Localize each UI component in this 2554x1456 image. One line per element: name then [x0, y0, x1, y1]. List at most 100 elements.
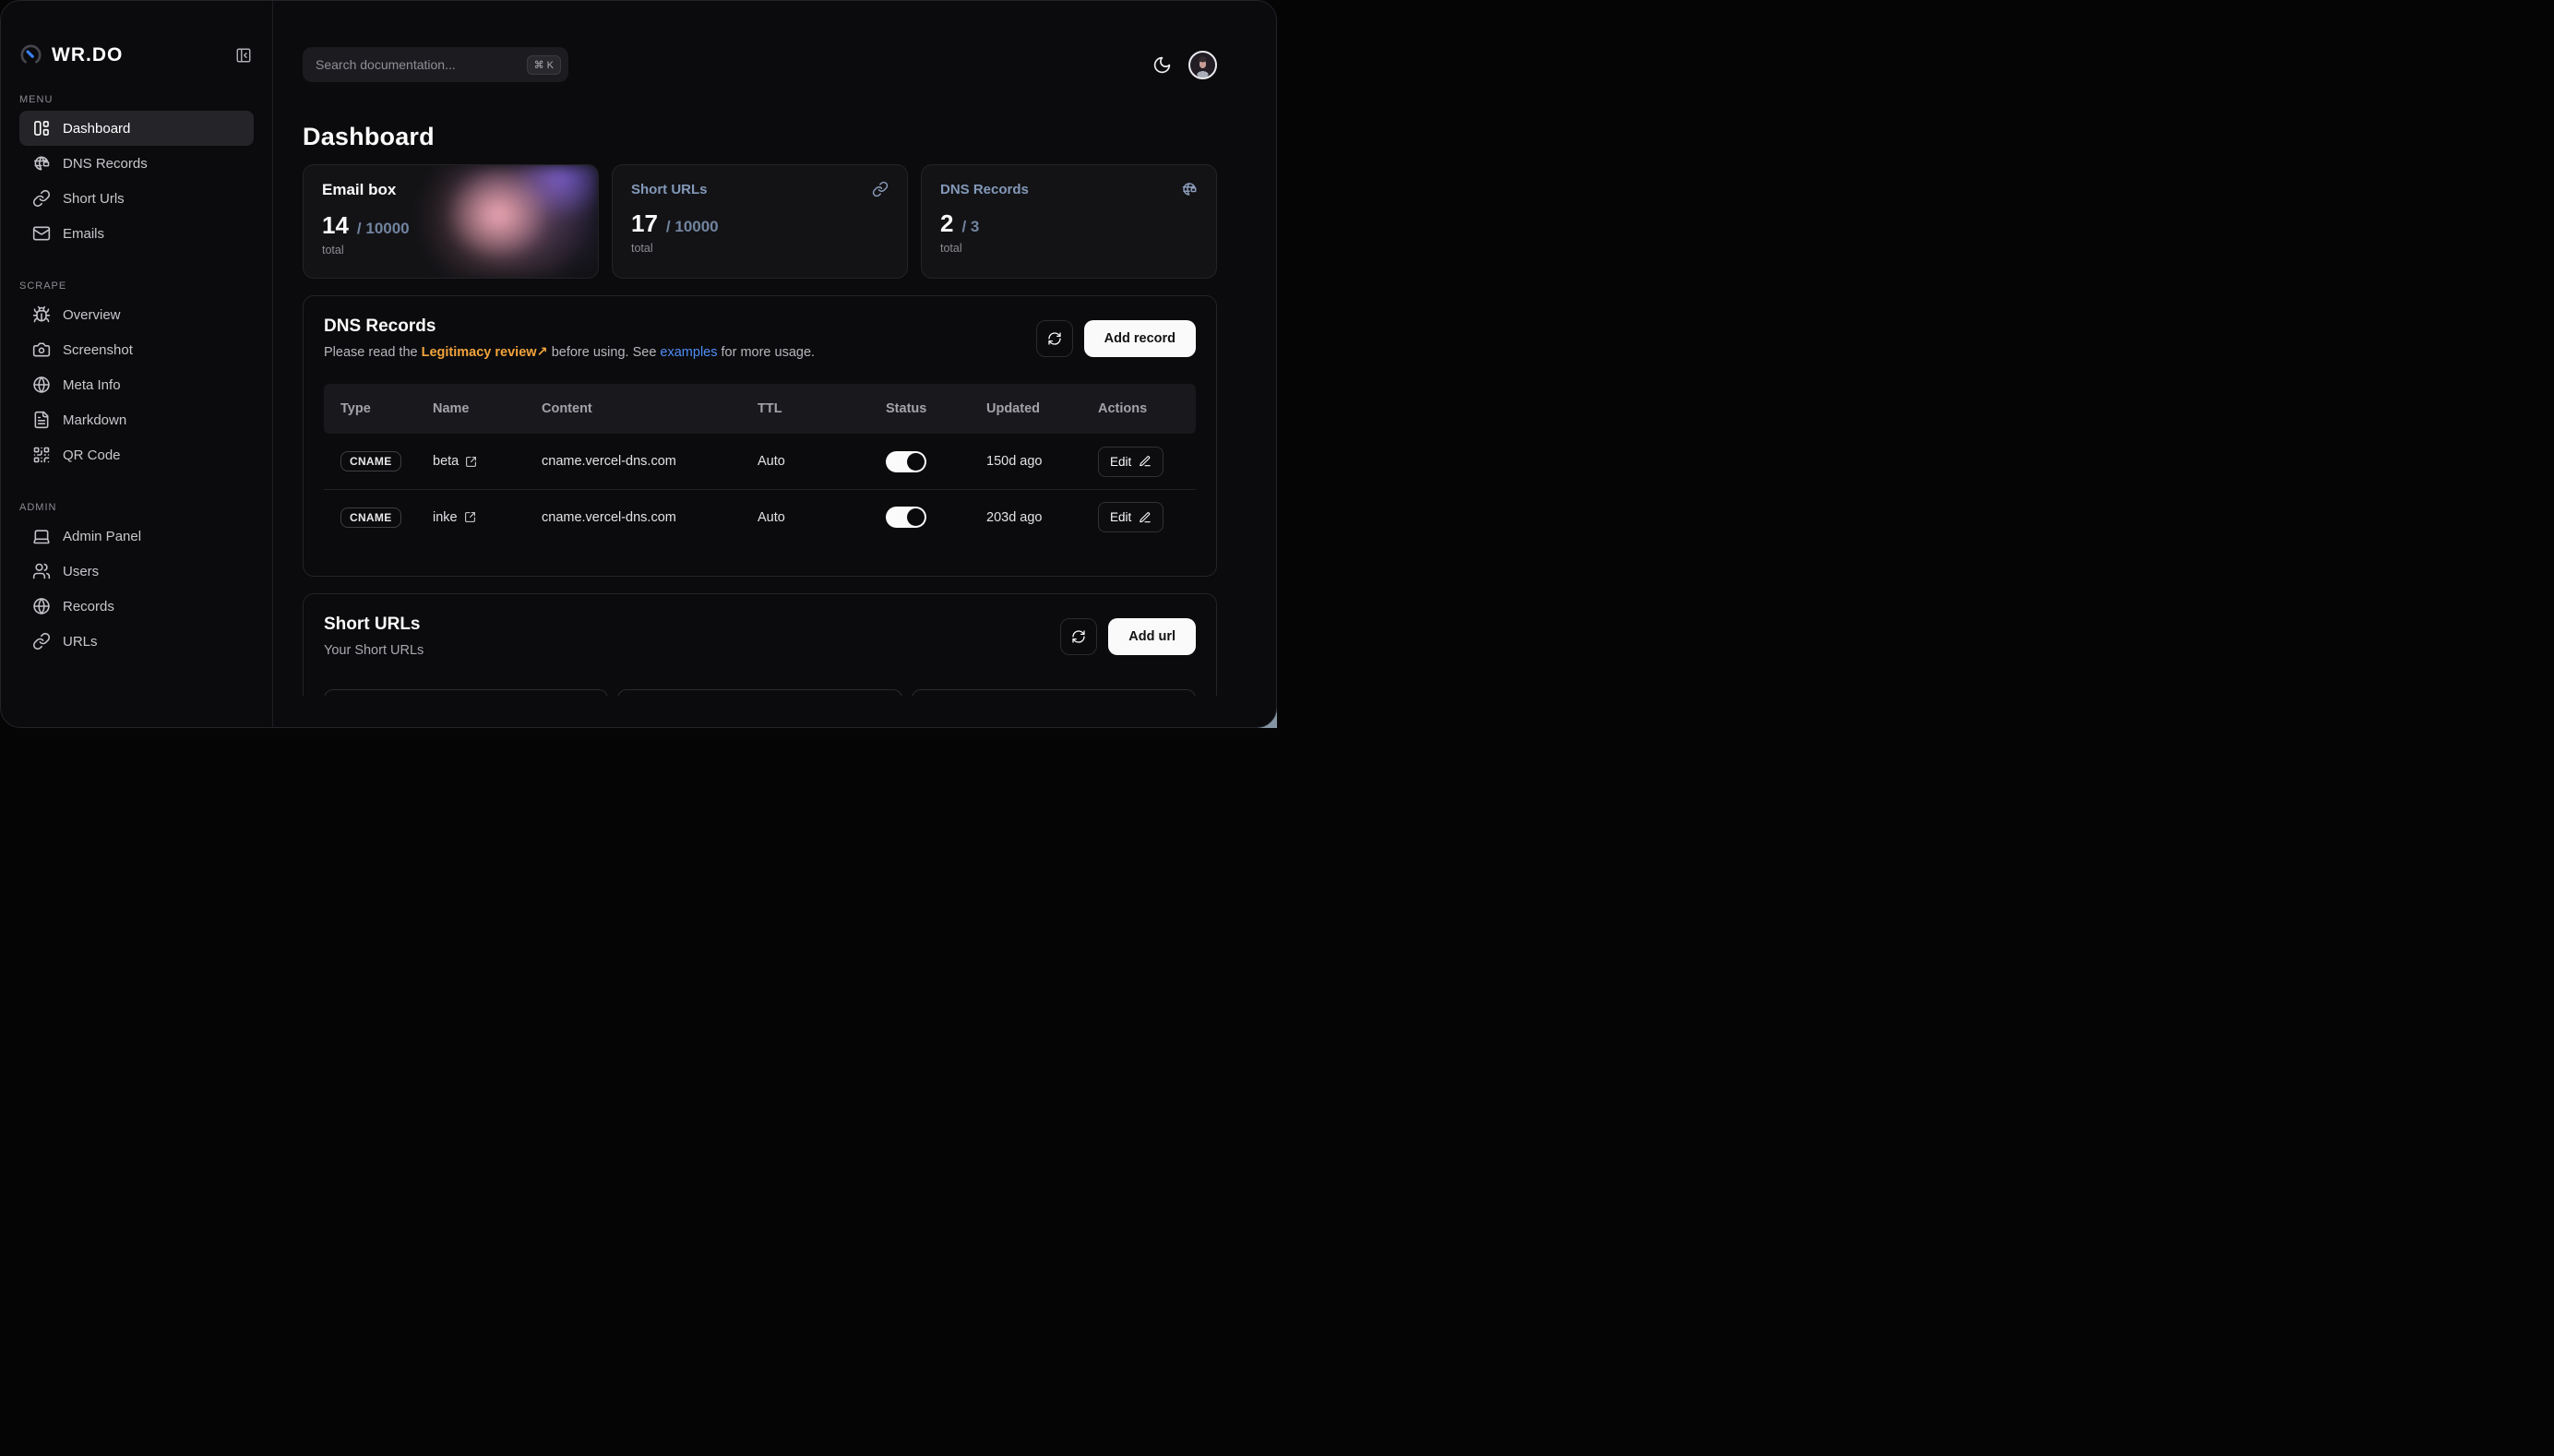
refresh-records-button[interactable] [1036, 320, 1073, 357]
wrdo-gauge-logo-icon [19, 43, 42, 66]
desc-text: for more usage. [717, 345, 815, 360]
sidebar-item-label: QR Code [63, 448, 121, 463]
link-icon [32, 632, 51, 650]
add-record-button[interactable]: Add record [1084, 320, 1196, 357]
sidebar-item-markdown[interactable]: Markdown [19, 402, 254, 437]
record-type-badge: CNAME [340, 451, 401, 471]
sidebar-collapse-button[interactable] [233, 45, 254, 66]
sidebar-item-label: DNS Records [63, 156, 148, 172]
logo-row: WR.DO [19, 43, 254, 66]
app-window: WR.DO MENU Dashboard DNS Records Short U… [0, 0, 1277, 728]
table-row: CNAME inke cname.vercel-dns.com Auto 203… [324, 489, 1196, 544]
sidebar-item-label: Short Urls [63, 191, 125, 207]
link-icon [872, 181, 889, 197]
main-scroll-area: Search documentation... ⌘ K Dashboard Em… [273, 1, 1276, 696]
edit-record-button[interactable]: Edit [1098, 502, 1164, 532]
edit-button-label: Edit [1110, 510, 1131, 524]
column-header-actions: Actions [1098, 401, 1196, 416]
user-avatar[interactable] [1188, 51, 1217, 79]
sidebar-item-label: Markdown [63, 412, 126, 428]
sidebar-item-qr-code[interactable]: QR Code [19, 437, 254, 472]
column-header-updated: Updated [986, 401, 1098, 416]
sidebar-item-label: Dashboard [63, 121, 130, 137]
sidebar-nav: MENU Dashboard DNS Records Short Urls Em… [19, 66, 254, 659]
dns-section-title: DNS Records [324, 316, 815, 337]
sidebar-item-overview[interactable]: Overview [19, 297, 254, 332]
record-content: cname.vercel-dns.com [542, 454, 758, 469]
laptop-icon [32, 527, 51, 545]
main-area: Search documentation... ⌘ K Dashboard Em… [273, 1, 1276, 727]
globe-icon [32, 376, 51, 394]
mail-icon [32, 224, 51, 243]
sidebar-item-label: Emails [63, 226, 104, 242]
add-url-button[interactable]: Add url [1108, 618, 1196, 655]
record-name[interactable]: inke [433, 510, 458, 525]
arrow-up-right-icon: ↗ [537, 345, 548, 360]
sidebar-item-urls[interactable]: URLs [19, 624, 254, 659]
search-by-target-input[interactable] [617, 689, 901, 696]
topbar: Search documentation... ⌘ K [303, 47, 1217, 82]
sidebar-item-meta-info[interactable]: Meta Info [19, 367, 254, 402]
dns-records-table: Type Name Content TTL Status Updated Act… [324, 384, 1196, 544]
stat-limit: / 10000 [666, 218, 719, 236]
panel-left-close-icon [235, 47, 252, 64]
search-by-user-name-input[interactable] [912, 689, 1196, 696]
refresh-urls-button[interactable] [1060, 618, 1097, 655]
examples-link[interactable]: examples [660, 345, 717, 360]
sidebar-item-dashboard[interactable]: Dashboard [19, 111, 254, 146]
search-input[interactable]: Search documentation... ⌘ K [303, 47, 568, 82]
legitimacy-review-link[interactable]: Legitimacy review [422, 345, 537, 360]
stat-limit: / 3 [961, 218, 979, 236]
search-by-slug-input[interactable] [324, 689, 608, 696]
url-filters-row [324, 689, 1196, 696]
status-toggle[interactable] [886, 507, 926, 528]
sidebar-item-short-urls[interactable]: Short Urls [19, 181, 254, 216]
sidebar-item-emails[interactable]: Emails [19, 216, 254, 251]
dns-section-heading: DNS Records Please read the Legitimacy r… [324, 316, 815, 360]
status-toggle[interactable] [886, 451, 926, 472]
sidebar-item-label: Admin Panel [63, 529, 141, 544]
stat-caption: total [940, 242, 1198, 255]
sidebar-item-records[interactable]: Records [19, 589, 254, 624]
sidebar-item-users[interactable]: Users [19, 554, 254, 589]
sidebar-item-label: Meta Info [63, 377, 121, 393]
short-urls-title: Short URLs [324, 615, 424, 635]
stat-limit: / 10000 [357, 220, 410, 238]
sidebar-item-dns-records[interactable]: DNS Records [19, 146, 254, 181]
stat-cards-row: Email box 14 / 10000 total Short URLs 17 [303, 164, 1217, 279]
pencil-icon [1139, 455, 1152, 468]
brand-name: WR.DO [52, 44, 123, 66]
stat-value: 14 [322, 211, 349, 240]
stat-card-title: DNS Records [940, 182, 1029, 197]
topbar-actions [1152, 51, 1217, 79]
refresh-icon [1047, 331, 1062, 346]
nav-section-label: SCRAPE [19, 280, 254, 292]
keyboard-shortcut-badge: ⌘ K [527, 55, 561, 75]
sidebar-item-label: Users [63, 564, 99, 579]
short-urls-section: Short URLs Your Short URLs Add url [303, 593, 1217, 696]
page-title: Dashboard [303, 123, 1217, 151]
column-header-content: Content [542, 401, 758, 416]
external-link-icon[interactable] [464, 511, 476, 523]
sidebar-item-screenshot[interactable]: Screenshot [19, 332, 254, 367]
record-name[interactable]: beta [433, 454, 459, 469]
record-updated: 150d ago [986, 454, 1098, 469]
sidebar-item-label: Overview [63, 307, 121, 323]
stat-caption: total [322, 244, 579, 257]
sidebar: WR.DO MENU Dashboard DNS Records Short U… [1, 1, 273, 727]
nav-section-label: MENU [19, 94, 254, 105]
column-header-type: Type [324, 401, 433, 416]
sidebar-item-admin-panel[interactable]: Admin Panel [19, 519, 254, 554]
camera-icon [32, 340, 51, 359]
link-icon [32, 189, 51, 208]
stat-card-title: Email box [322, 181, 396, 199]
edit-record-button[interactable]: Edit [1098, 447, 1164, 477]
column-header-ttl: TTL [758, 401, 886, 416]
dns-records-section: DNS Records Please read the Legitimacy r… [303, 295, 1217, 577]
stat-card-email-box: Email box 14 / 10000 total [303, 164, 599, 279]
globe-lock-icon [1181, 181, 1198, 197]
dashboard-icon [32, 119, 51, 137]
external-link-icon[interactable] [465, 456, 477, 468]
record-ttl: Auto [758, 454, 886, 469]
theme-toggle-button[interactable] [1152, 55, 1172, 75]
